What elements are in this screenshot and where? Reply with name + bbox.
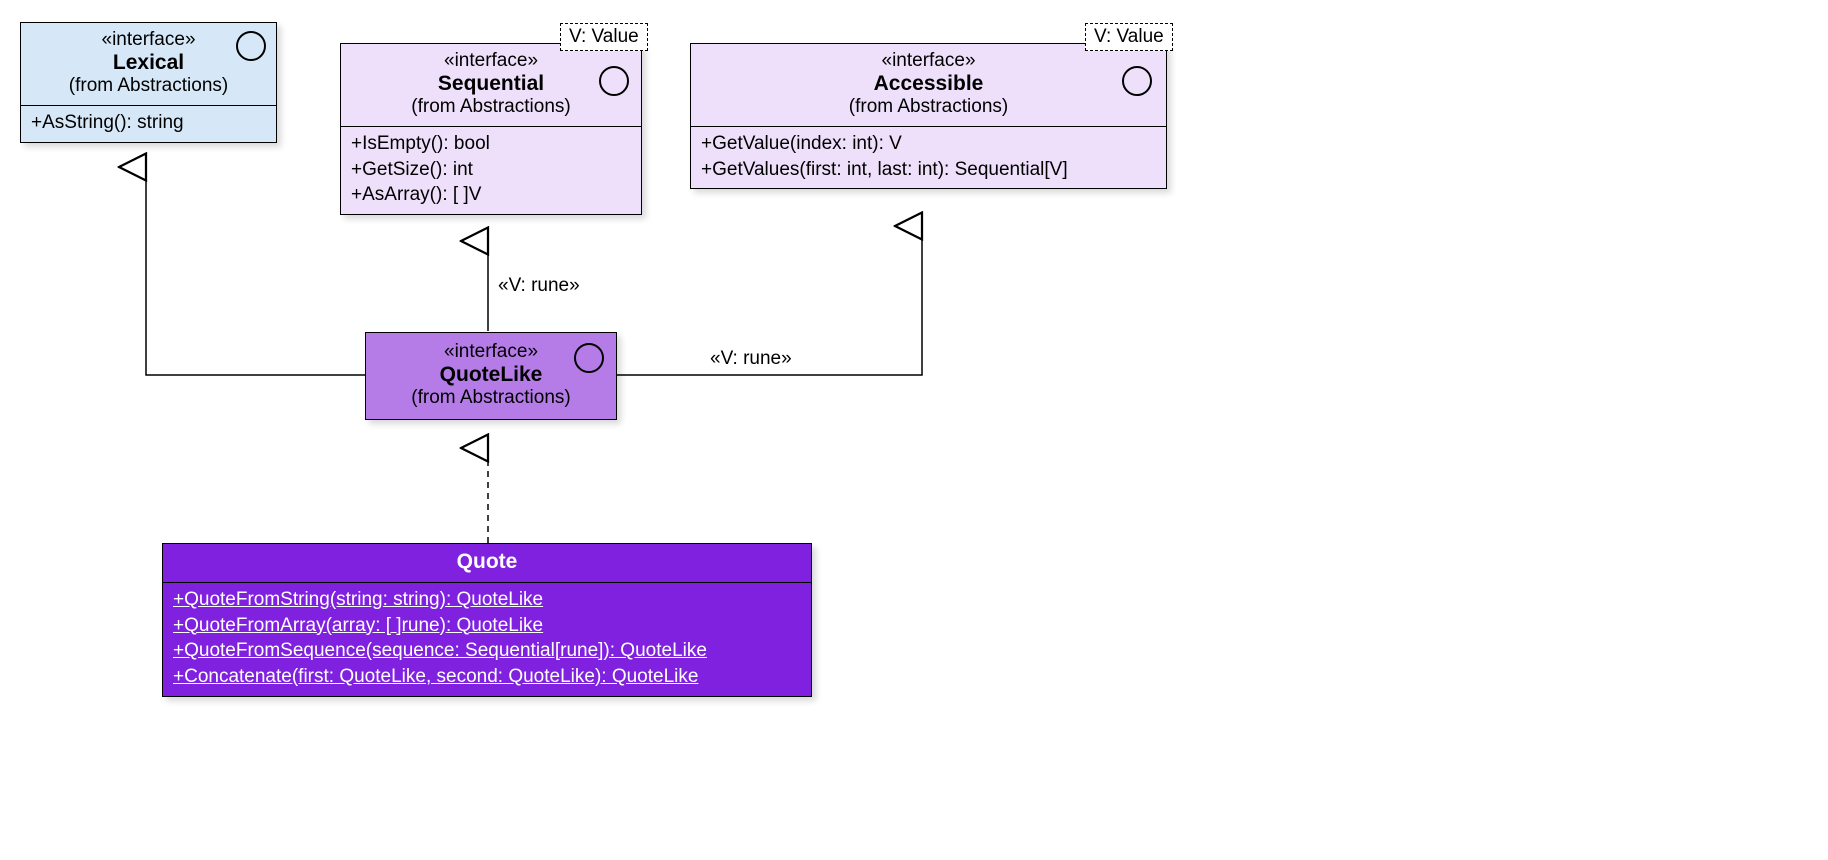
- accessible-interface: interface Accessible (from Abstractions)…: [690, 43, 1167, 189]
- interface-icon: [574, 343, 604, 373]
- method: +AsString(): string: [31, 110, 266, 136]
- interface-icon: [599, 66, 629, 96]
- quotelike-interface: interface QuoteLike (from Abstractions): [365, 332, 617, 420]
- package-label: (from Abstractions): [376, 387, 606, 409]
- methods-compartment: +QuoteFromString(string: string): QuoteL…: [163, 583, 811, 696]
- accessible-head: interface Accessible (from Abstractions): [691, 44, 1166, 127]
- static-method: +Concatenate(first: QuoteLike, second: Q…: [173, 664, 801, 690]
- stereotype: interface: [351, 50, 631, 72]
- package-label: (from Abstractions): [701, 96, 1156, 118]
- methods-compartment: +GetValue(index: int): V +GetValues(firs…: [691, 127, 1166, 188]
- interface-icon: [1122, 66, 1152, 96]
- stereotype: interface: [376, 341, 606, 363]
- method: +GetSize(): int: [351, 157, 631, 183]
- methods-compartment: +AsString(): string: [21, 106, 276, 142]
- quote-head: Quote: [163, 544, 811, 583]
- method: +GetValues(first: int, last: int): Seque…: [701, 157, 1156, 183]
- class-name: Lexical: [31, 51, 266, 75]
- stereotype: interface: [31, 29, 266, 51]
- package-label: (from Abstractions): [351, 96, 631, 118]
- methods-compartment: +IsEmpty(): bool +GetSize(): int +AsArra…: [341, 127, 641, 214]
- quote-class: Quote +QuoteFromString(string: string): …: [162, 543, 812, 697]
- sequential-interface: interface Sequential (from Abstractions)…: [340, 43, 642, 215]
- sequential-head: interface Sequential (from Abstractions): [341, 44, 641, 127]
- method: +GetValue(index: int): V: [701, 131, 1156, 157]
- sequential-template: V: Value: [560, 23, 648, 51]
- method: +IsEmpty(): bool: [351, 131, 631, 157]
- static-method: +QuoteFromArray(array: [ ]rune): QuoteLi…: [173, 613, 801, 639]
- class-name: Sequential: [351, 72, 631, 96]
- accessible-template: V: Value: [1085, 23, 1173, 51]
- class-name: Accessible: [701, 72, 1156, 96]
- interface-icon: [236, 31, 266, 61]
- binding-label-sequential: «V: rune»: [498, 275, 580, 297]
- static-method: +QuoteFromString(string: string): QuoteL…: [173, 587, 801, 613]
- quotelike-head: interface QuoteLike (from Abstractions): [366, 333, 616, 419]
- package-label: (from Abstractions): [31, 75, 266, 97]
- lexical-interface: interface Lexical (from Abstractions) +A…: [20, 22, 277, 143]
- static-method: +QuoteFromSequence(sequence: Sequential[…: [173, 638, 801, 664]
- class-name: Quote: [173, 550, 801, 574]
- lexical-head: interface Lexical (from Abstractions): [21, 23, 276, 106]
- method: +AsArray(): [ ]V: [351, 182, 631, 208]
- binding-label-accessible: «V: rune»: [710, 348, 792, 370]
- class-name: QuoteLike: [376, 363, 606, 387]
- stereotype: interface: [701, 50, 1156, 72]
